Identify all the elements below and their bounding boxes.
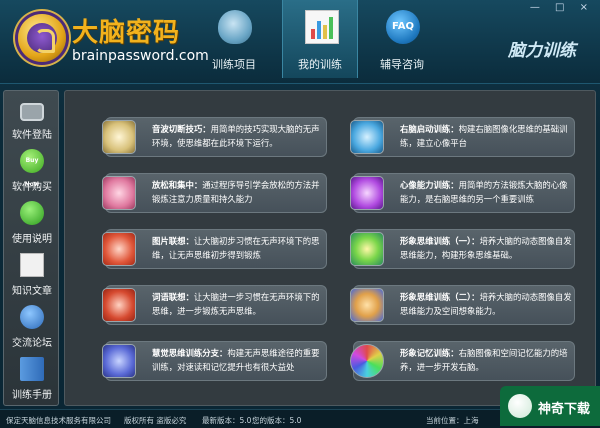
card-title: 右脑启动训练： <box>400 124 459 134</box>
word-icon <box>102 288 136 322</box>
chart-icon <box>305 10 339 44</box>
sidebar-item-label: 软件购买 <box>12 182 52 193</box>
sidebar-item-label: 知识文章 <box>12 286 52 297</box>
sidebar-item-label: 交流论坛 <box>12 338 52 349</box>
head-icon <box>102 344 136 378</box>
nav-label: 辅导咨询 <box>380 58 424 71</box>
card-mental-image[interactable]: 心像能力训练：用简单的方法锻炼大脑的心像能力，是右脑思维的另一个重要训练 <box>350 173 575 213</box>
current-location: 当前位置：上海 <box>426 416 479 425</box>
nav-label: 我的训练 <box>298 58 342 71</box>
sound-cut-icon <box>102 120 136 154</box>
nav-label: 训练项目 <box>212 58 256 71</box>
picture-icon <box>102 232 136 266</box>
card-right-brain-start[interactable]: 右脑启动训练：构建右脑图像化思维的基础训练，建立心像平台 <box>350 117 575 157</box>
card-title: 形象思维训练（一）： <box>400 236 480 246</box>
document-icon <box>20 253 44 277</box>
nav-consulting[interactable]: FAQ 辅导咨询 <box>364 0 440 78</box>
watermark-text: 神奇下载 <box>538 402 591 417</box>
your-version: 您的版本：5.0 <box>252 416 302 425</box>
card-relax-focus[interactable]: 放松和集中：通过程序导引学会放松的方法并锻炼注意力质量和持久能力 <box>102 173 327 213</box>
flower-icon <box>102 176 136 210</box>
nav-training-items[interactable]: 训练项目 <box>196 0 272 78</box>
buy-now-icon: Buy Now <box>20 149 44 188</box>
card-title: 形象思维训练（二）： <box>400 292 480 302</box>
card-title: 形象记忆训练： <box>400 348 459 358</box>
card-title: 图片联想： <box>152 236 194 246</box>
card-title: 心像能力训练： <box>400 180 459 190</box>
nav-my-training[interactable]: 我的训练 <box>282 0 358 78</box>
sidebar-item-instructions[interactable]: 使用说明 <box>4 197 60 249</box>
card-title: 词语联想： <box>152 292 194 302</box>
sidebar-item-articles[interactable]: 知识文章 <box>4 249 60 301</box>
card-title: 音波切断技巧： <box>152 124 211 134</box>
color-wheel-icon <box>350 344 384 378</box>
help-icon <box>20 201 44 225</box>
faq-icon: FAQ <box>386 10 420 44</box>
puzzle-icon <box>350 232 384 266</box>
card-picture-association[interactable]: 图片联想：让大脑初步习惯在无声环境下的思维，让无声思维初步得到锻炼 <box>102 229 327 269</box>
lock-icon <box>20 103 44 121</box>
card-image-thinking-1[interactable]: 形象思维训练（一）：培养大脑的动态图像自发思维能力，构建形象思维基础。 <box>350 229 575 269</box>
users-icon <box>20 305 44 329</box>
card-image-memory[interactable]: 形象记忆训练：右脑图像和空间记忆能力的培养，进一步开发右脑。 <box>350 341 575 381</box>
window-controls[interactable]: — □ × <box>530 2 594 13</box>
training-panel: 音波切断技巧：用简单的技巧实现大脑的无声环境，使思维都在此环境下运行。 右脑启动… <box>64 90 596 406</box>
heart-icon <box>350 176 384 210</box>
card-title: 放松和集中： <box>152 180 203 190</box>
sidebar-item-label: 训练手册 <box>12 390 52 401</box>
logo-icon <box>18 14 66 62</box>
book-icon <box>20 357 44 381</box>
app-window: 大脑密码 brainpassword.com 训练项目 我的训练 FAQ 辅导咨… <box>0 0 600 428</box>
sidebar-item-purchase[interactable]: Buy Now 软件购买 <box>4 145 60 197</box>
brand-title: 脑力训练 <box>508 41 576 61</box>
card-wisdom-thinking[interactable]: 慧觉思维训练分支：构建无声思维途径的重要训练，对速读和记忆提升也有很大益处 <box>102 341 327 381</box>
company-name: 保定天脑信息技术服务有限公司 <box>6 416 111 425</box>
sidebar-item-label: 软件登陆 <box>12 130 52 141</box>
watermark-icon <box>508 394 532 418</box>
app-name: 大脑密码 <box>72 18 181 48</box>
header: 大脑密码 brainpassword.com 训练项目 我的训练 FAQ 辅导咨… <box>0 0 600 84</box>
sidebar-item-login[interactable]: 软件登陆 <box>4 93 60 145</box>
watermark-badge: 神奇下载 <box>500 386 600 426</box>
sidebar-item-manual[interactable]: 训练手册 <box>4 353 60 405</box>
cube-icon <box>350 288 384 322</box>
card-sound-cut[interactable]: 音波切断技巧：用简单的技巧实现大脑的无声环境，使思维都在此环境下运行。 <box>102 117 327 157</box>
copyright-text: 版权所有 盗版必究 <box>124 416 187 425</box>
card-word-association[interactable]: 词语联想：让大脑进一步习惯在无声环境下的思维，进一步锻炼无声思维。 <box>102 285 327 325</box>
latest-version: 最新版本：5.0 <box>202 416 252 425</box>
right-brain-icon <box>350 120 384 154</box>
card-title: 慧觉思维训练分支： <box>152 348 228 358</box>
sidebar-item-forum[interactable]: 交流论坛 <box>4 301 60 353</box>
card-image-thinking-2[interactable]: 形象思维训练（二）：培养大脑的动态图像自发思维能力及空间想象能力。 <box>350 285 575 325</box>
brain-icon <box>218 10 252 44</box>
sidebar-item-label: 使用说明 <box>12 234 52 245</box>
app-url: brainpassword.com <box>72 48 209 64</box>
sidebar: 软件登陆 Buy Now 软件购买 使用说明 知识文章 交流论坛 训练手册 <box>3 90 59 406</box>
